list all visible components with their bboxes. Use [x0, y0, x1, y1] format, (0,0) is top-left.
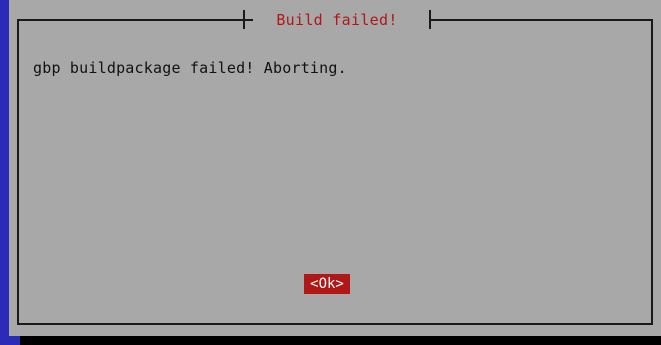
terminal-screen: Build failed! gbp buildpackage failed! A…: [0, 0, 661, 345]
error-dialog: Build failed! gbp buildpackage failed! A…: [9, 0, 661, 336]
dialog-frame-right: [651, 19, 653, 325]
title-divider-right: [429, 10, 431, 29]
dialog-frame-left: [17, 19, 19, 325]
dialog-frame-bottom: [17, 323, 653, 325]
ok-button[interactable]: <Ok>: [304, 274, 350, 294]
dialog-shadow: [20, 336, 661, 345]
dialog-frame-top-left: [17, 19, 253, 21]
dialog-message: gbp buildpackage failed! Aborting.: [33, 59, 347, 77]
dialog-frame-top-right: [429, 19, 653, 21]
dialog-title: Build failed!: [276, 11, 398, 29]
